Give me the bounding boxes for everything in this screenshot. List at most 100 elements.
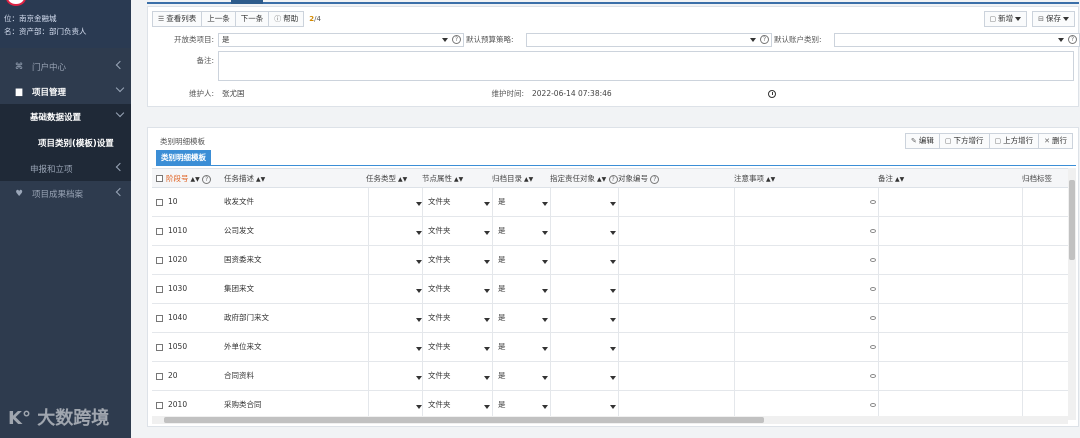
- responsible-dropdown-icon[interactable]: [610, 260, 616, 264]
- node-attr-dropdown-icon[interactable]: [484, 376, 490, 380]
- new-button[interactable]: ▢ 新增: [983, 11, 1028, 27]
- cell-node-attr[interactable]: 文件夹: [428, 246, 451, 274]
- cell-archive-dir[interactable]: 是: [498, 188, 506, 216]
- archive-dropdown-icon[interactable]: [542, 318, 548, 322]
- cell-archive-dir[interactable]: 是: [498, 362, 506, 390]
- responsible-dropdown-icon[interactable]: [610, 231, 616, 235]
- cell-archive-dir[interactable]: 是: [498, 275, 506, 303]
- col-stage-code[interactable]: 阶段号 ▲▼ ?: [166, 169, 228, 188]
- cell-node-attr[interactable]: 文件夹: [428, 333, 451, 361]
- task-type-dropdown-icon[interactable]: [416, 260, 422, 264]
- select-all-checkbox[interactable]: [156, 175, 163, 182]
- eye-icon[interactable]: [870, 229, 876, 233]
- responsible-dropdown-icon[interactable]: [610, 318, 616, 322]
- edit-button[interactable]: ✎ 编辑: [905, 133, 940, 149]
- insert-above-button[interactable]: ▢ 上方增行: [988, 133, 1040, 149]
- view-list-button[interactable]: ☰ 查看列表: [152, 11, 203, 27]
- row-checkbox[interactable]: [156, 344, 163, 351]
- sidebar-item-archive[interactable]: ♥ 项目成果档案: [0, 181, 131, 206]
- cell-archive-dir[interactable]: 是: [498, 391, 506, 416]
- table-row[interactable]: 1040 政府部门来文 文件夹 是: [152, 304, 1068, 333]
- help-icon[interactable]: ?: [650, 175, 660, 184]
- cell-node-attr[interactable]: 文件夹: [428, 217, 451, 245]
- col-task-desc[interactable]: 任务描述 ▲▼: [224, 169, 364, 188]
- row-checkbox[interactable]: [156, 228, 163, 235]
- insert-below-button[interactable]: ▢ 下方增行: [938, 133, 990, 149]
- cell-node-attr[interactable]: 文件夹: [428, 362, 451, 390]
- task-type-dropdown-icon[interactable]: [416, 376, 422, 380]
- scroll-thumb[interactable]: [164, 417, 764, 423]
- archive-dropdown-icon[interactable]: [542, 376, 548, 380]
- eye-icon[interactable]: [870, 345, 876, 349]
- archive-dropdown-icon[interactable]: [542, 405, 548, 409]
- col-object-code[interactable]: 对象编号 ?: [618, 169, 728, 188]
- cell-archive-dir[interactable]: 是: [498, 304, 506, 332]
- account-select[interactable]: ?: [834, 32, 1080, 47]
- archive-dropdown-icon[interactable]: [542, 231, 548, 235]
- table-row[interactable]: 1030 集团来文 文件夹 是: [152, 275, 1068, 304]
- col-remark[interactable]: 备注 ▲▼: [878, 169, 1018, 188]
- sidebar-item-application[interactable]: 申报和立项: [0, 156, 131, 181]
- col-archive-tag[interactable]: 归档标签: [1022, 169, 1062, 188]
- help-icon[interactable]: ?: [202, 175, 212, 184]
- help-icon[interactable]: ?: [608, 175, 618, 184]
- col-notes[interactable]: 注意事项 ▲▼: [734, 169, 874, 188]
- open-select[interactable]: 是 ?: [218, 32, 464, 47]
- tab-category-template[interactable]: 类别明细模板: [156, 150, 211, 165]
- col-node-attr[interactable]: 节点属性 ▲▼: [422, 169, 492, 188]
- task-type-dropdown-icon[interactable]: [416, 202, 422, 206]
- node-attr-dropdown-icon[interactable]: [484, 202, 490, 206]
- row-checkbox[interactable]: [156, 315, 163, 322]
- responsible-dropdown-icon[interactable]: [610, 202, 616, 206]
- save-button[interactable]: ⊟ 保存: [1032, 11, 1075, 27]
- table-row[interactable]: 2010 采购类合同 文件夹 是: [152, 391, 1068, 416]
- vertical-scrollbar[interactable]: [1068, 168, 1076, 420]
- table-row[interactable]: 20 合同资料 文件夹 是: [152, 362, 1068, 391]
- cell-node-attr[interactable]: 文件夹: [428, 391, 451, 416]
- archive-dropdown-icon[interactable]: [542, 347, 548, 351]
- cell-archive-dir[interactable]: 是: [498, 217, 506, 245]
- row-checkbox[interactable]: [156, 402, 163, 409]
- responsible-dropdown-icon[interactable]: [610, 347, 616, 351]
- col-archive-dir[interactable]: 归档目录 ▲▼: [492, 169, 550, 188]
- eye-icon[interactable]: [870, 287, 876, 291]
- row-checkbox[interactable]: [156, 199, 163, 206]
- budget-select[interactable]: ?: [526, 32, 772, 47]
- table-row[interactable]: 1050 外单位来文 文件夹 是: [152, 333, 1068, 362]
- horizontal-scrollbar[interactable]: [152, 416, 1068, 424]
- help-button[interactable]: ⓘ 帮助: [268, 11, 305, 27]
- col-task-type[interactable]: 任务类型 ▲▼: [366, 169, 422, 188]
- sidebar-item-portal[interactable]: ⌘ 门户中心: [0, 54, 131, 79]
- cell-node-attr[interactable]: 文件夹: [428, 275, 451, 303]
- prev-button[interactable]: 上一条: [201, 11, 236, 27]
- table-row[interactable]: 10 收发文件 文件夹 是: [152, 188, 1068, 217]
- table-row[interactable]: 1020 国资委来文 文件夹 是: [152, 246, 1068, 275]
- archive-dropdown-icon[interactable]: [542, 289, 548, 293]
- help-icon[interactable]: ?: [760, 35, 769, 44]
- delete-row-button[interactable]: ✕ 删行: [1038, 133, 1073, 149]
- table-row[interactable]: 1010 公司发文 文件夹 是: [152, 217, 1068, 246]
- task-type-dropdown-icon[interactable]: [416, 318, 422, 322]
- responsible-dropdown-icon[interactable]: [610, 376, 616, 380]
- row-checkbox[interactable]: [156, 286, 163, 293]
- responsible-dropdown-icon[interactable]: [610, 289, 616, 293]
- node-attr-dropdown-icon[interactable]: [484, 289, 490, 293]
- node-attr-dropdown-icon[interactable]: [484, 347, 490, 351]
- sidebar-item-category-template[interactable]: 项目类别(模板)设置: [0, 129, 131, 156]
- node-attr-dropdown-icon[interactable]: [484, 260, 490, 264]
- cell-node-attr[interactable]: 文件夹: [428, 304, 451, 332]
- sidebar-item-project-management[interactable]: ▆ 项目管理: [0, 79, 131, 104]
- task-type-dropdown-icon[interactable]: [416, 405, 422, 409]
- eye-icon[interactable]: [870, 258, 876, 262]
- sidebar-item-basic-data[interactable]: 基础数据设置: [0, 104, 131, 129]
- help-icon[interactable]: ?: [1068, 35, 1077, 44]
- eye-icon[interactable]: [870, 200, 876, 204]
- archive-dropdown-icon[interactable]: [542, 260, 548, 264]
- responsible-dropdown-icon[interactable]: [610, 405, 616, 409]
- remark-textarea[interactable]: [218, 51, 1074, 81]
- help-icon[interactable]: ?: [452, 35, 461, 44]
- node-attr-dropdown-icon[interactable]: [484, 318, 490, 322]
- eye-icon[interactable]: [870, 316, 876, 320]
- avatar[interactable]: [6, 0, 26, 6]
- task-type-dropdown-icon[interactable]: [416, 289, 422, 293]
